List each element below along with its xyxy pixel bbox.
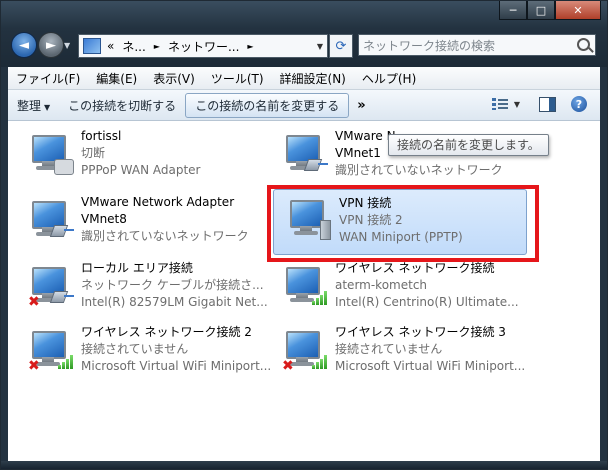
- connection-status: 接続されていません: [81, 342, 189, 356]
- recent-pages-dropdown[interactable]: ▼: [64, 41, 70, 50]
- refresh-icon: ⟳: [335, 38, 347, 54]
- breadcrumb-segment-2[interactable]: ネットワー...: [168, 38, 239, 55]
- connection-wireless-3[interactable]: ✖ ワイヤレス ネットワーク接続 3 接続されていません Microsoft V…: [270, 321, 526, 381]
- connection-status: 切断: [81, 146, 106, 160]
- rename-tooltip: 接続の名前を変更します。: [388, 134, 549, 156]
- red-highlight-annotation: [267, 185, 539, 262]
- address-dropdown[interactable]: ▼: [317, 42, 323, 51]
- search-icon[interactable]: [577, 38, 590, 51]
- connection-local-area[interactable]: ✖ ローカル エリア接続 ネットワーク ケーブルが接続さ... Intel(R)…: [16, 257, 270, 317]
- connection-device: Microsoft Virtual WiFi Miniport...: [335, 359, 526, 373]
- connection-name: ローカル エリア接続: [81, 261, 193, 275]
- explorer-window: ─ □ ✕ ◄ ► ▼ « ネ... ► ネットワー... ► ▼ ⟳ ネットワ…: [0, 0, 608, 470]
- menu-edit[interactable]: 編集(E): [88, 70, 145, 87]
- close-button[interactable]: ✕: [555, 1, 601, 20]
- connection-device: Intel(R) 82579LM Gigabit Net...: [81, 295, 268, 309]
- connection-status: aterm-kometch: [335, 278, 428, 292]
- more-commands-button[interactable]: »: [349, 98, 373, 113]
- signal-bars-icon: [312, 289, 328, 305]
- wired-network-icon: [28, 199, 74, 245]
- disconnected-x-icon: ✖: [28, 294, 40, 310]
- connection-device: PPPoP WAN Adapter: [81, 163, 201, 177]
- organize-button[interactable]: 整理 ▼: [8, 93, 59, 118]
- wireless-connected-icon: [282, 265, 328, 311]
- connection-status: VMnet8: [81, 212, 127, 226]
- connection-fortissl[interactable]: fortissl 切断 PPPoP WAN Adapter: [16, 125, 270, 185]
- connection-wireless-2[interactable]: ✖ ワイヤレス ネットワーク接続 2 接続されていません Microsoft V…: [16, 321, 272, 381]
- command-bar: 整理 ▼ この接続を切断する この接続の名前を変更する » ▼ ?: [8, 90, 600, 121]
- menu-help[interactable]: ヘルプ(H): [354, 70, 424, 87]
- maximize-button[interactable]: □: [527, 1, 555, 20]
- connection-device: Intel(R) Centrino(R) Ultimate...: [335, 295, 519, 309]
- menu-tools[interactable]: ツール(T): [203, 70, 272, 87]
- arrow-right-icon: ►: [46, 37, 56, 53]
- window-border-bottom: [1, 461, 607, 469]
- connection-name: fortissl: [81, 129, 122, 143]
- connection-name: VMware Network Adapter: [81, 195, 235, 209]
- breadcrumb-separator-1[interactable]: ►: [154, 42, 160, 51]
- disconnected-x-icon: ✖: [282, 358, 294, 374]
- connection-vmnet8[interactable]: VMware Network Adapter VMnet8 識別されていないネッ…: [16, 191, 270, 251]
- preview-pane-icon[interactable]: [539, 97, 556, 112]
- connection-device: 識別されていないネットワーク: [335, 163, 503, 177]
- menu-bar: ファイル(F) 編集(E) 表示(V) ツール(T) 詳細設定(N) ヘルプ(H…: [8, 67, 600, 90]
- connection-name: ワイヤレス ネットワーク接続 3: [335, 325, 506, 339]
- caption-buttons: ─ □ ✕: [499, 1, 601, 20]
- menu-view[interactable]: 表示(V): [145, 70, 203, 87]
- connection-name: ワイヤレス ネットワーク接続: [335, 261, 495, 275]
- connection-wireless-1[interactable]: ワイヤレス ネットワーク接続 aterm-kometch Intel(R) Ce…: [270, 257, 524, 317]
- connection-device: Microsoft Virtual WiFi Miniport...: [81, 359, 272, 373]
- address-bar[interactable]: « ネ... ► ネットワー... ► ▼: [78, 34, 328, 58]
- refresh-button[interactable]: ⟳: [329, 34, 353, 58]
- connection-status: 接続されていません: [335, 342, 443, 356]
- chevron-down-icon: ▼: [44, 102, 51, 112]
- menu-file[interactable]: ファイル(F): [8, 70, 88, 87]
- organize-label: 整理: [17, 98, 42, 113]
- wireless-disconnected-icon: ✖: [282, 329, 328, 375]
- help-icon[interactable]: ?: [571, 96, 587, 112]
- address-overflow[interactable]: «: [107, 39, 114, 53]
- wireless-disconnected-icon: ✖: [28, 329, 74, 375]
- back-button[interactable]: ◄: [11, 32, 37, 58]
- window-border-right: [600, 67, 607, 461]
- menu-advanced[interactable]: 詳細設定(N): [272, 70, 354, 87]
- breadcrumb-segment-1[interactable]: ネ...: [122, 38, 145, 55]
- signal-bars-icon: [312, 353, 328, 369]
- disconnect-button[interactable]: この接続を切断する: [59, 93, 185, 118]
- rename-connection-button[interactable]: この接続の名前を変更する: [185, 92, 350, 118]
- connections-list: fortissl 切断 PPPoP WAN Adapter VMware N V…: [8, 121, 600, 461]
- change-view-icon[interactable]: [492, 97, 508, 111]
- search-placeholder: ネットワーク接続の検索: [363, 38, 496, 53]
- window-border-left: [1, 67, 8, 461]
- dialup-modem-icon: [28, 133, 74, 179]
- connection-device: 識別されていないネットワーク: [81, 229, 249, 243]
- arrow-left-icon: ◄: [19, 37, 29, 53]
- breadcrumb-separator-2[interactable]: ►: [247, 42, 253, 51]
- signal-bars-icon: [58, 353, 74, 369]
- search-input[interactable]: ネットワーク接続の検索: [358, 34, 596, 56]
- forward-button[interactable]: ►: [38, 32, 64, 58]
- connection-name: ワイヤレス ネットワーク接続 2: [81, 325, 252, 339]
- network-connections-icon: [83, 38, 101, 54]
- minimize-button[interactable]: ─: [499, 1, 527, 20]
- connection-status: ネットワーク ケーブルが接続さ...: [81, 278, 264, 292]
- view-dropdown-icon[interactable]: ▼: [514, 100, 520, 109]
- wired-disconnected-icon: ✖: [28, 265, 74, 311]
- disconnected-x-icon: ✖: [28, 358, 40, 374]
- wired-network-icon: [282, 133, 328, 179]
